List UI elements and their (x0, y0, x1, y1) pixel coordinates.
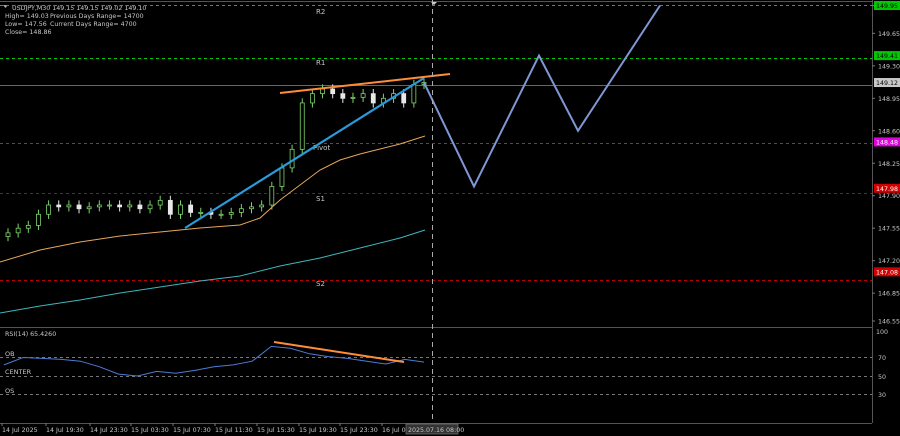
candle-body (137, 204, 143, 210)
time-axis-label: 15 Jul 07:30 (173, 427, 211, 434)
candle-body (56, 204, 62, 208)
candle-body (5, 232, 11, 237)
time-axis-label: 14 Jul 23:30 (90, 427, 128, 434)
candle-body (167, 199, 173, 215)
rsi-tick-70: 70 (878, 355, 886, 362)
candle-body (360, 93, 366, 98)
candle-body (36, 213, 41, 226)
candle-body (309, 93, 315, 104)
candle-body (401, 93, 407, 104)
price-axis-label: 148.95 (878, 96, 900, 103)
candle-body (66, 204, 72, 208)
candle-body (188, 204, 194, 213)
rsi-ob-label: OB (5, 350, 15, 358)
time-axis-label: 15 Jul 15:30 (257, 427, 295, 434)
time-cursor-label: 2025.07.16 08:00 (408, 427, 464, 434)
price-badge-text-R1: 149.41 (876, 53, 898, 60)
candle-body (198, 212, 204, 214)
price-axis-label: 146.55 (878, 319, 900, 326)
candle-body (15, 227, 21, 234)
candle-body (117, 204, 123, 208)
price-badge-text-current: 149.12 (876, 80, 898, 87)
time-axis-label: 15 Jul 11:30 (215, 427, 253, 434)
candle-body (350, 96, 356, 99)
candle-body (238, 208, 244, 213)
candle-body (86, 206, 92, 210)
price-axis-label: 148.60 (878, 128, 900, 135)
time-axis-label: 16 Jul 0 (382, 427, 406, 434)
price-badge-text-pivot: 148.48 (876, 139, 898, 146)
level-label-s1: S1 (316, 195, 325, 203)
price-badge-text-R2: 149.95 (876, 3, 898, 10)
price-badge-text-S2: 147.08 (876, 269, 898, 276)
candle-body (340, 93, 346, 99)
price-badge-text-S1: 147.98 (876, 186, 898, 193)
candle-body (96, 204, 102, 208)
price-axis-label: 149.30 (878, 63, 900, 70)
candle-body (147, 204, 153, 210)
price-axis-label: 149.65 (878, 31, 900, 38)
candle-body (25, 225, 31, 229)
price-axis-label: 148.25 (878, 161, 900, 168)
candle-body (107, 204, 112, 207)
candle-body (127, 204, 133, 208)
time-axis-label: 14 Jul 19:30 (46, 427, 84, 434)
time-axis-label: 15 Jul 19:30 (299, 427, 337, 434)
candle-body (157, 199, 163, 206)
price-axis-label: 146.85 (878, 291, 900, 298)
candle-body (46, 204, 51, 215)
price-axis-label: 147.55 (878, 226, 900, 233)
trading-chart[interactable]: USDJPY,M30 149.15 149.15 149.02 149.10 H… (0, 0, 900, 436)
candle-body (299, 102, 305, 150)
candle-body (259, 204, 265, 208)
high-value: High= 149.03 (5, 13, 49, 20)
rsi-title: RSI(14) 65.4260 (5, 331, 56, 338)
symbol-info-line: USDJPY,M30 149.15 149.15 149.02 149.10 (12, 5, 146, 12)
candle-body (249, 206, 254, 210)
candle-body (228, 212, 234, 215)
candle-body (330, 88, 336, 95)
time-axis-label: 15 Jul 03:30 (131, 427, 169, 434)
level-label-r1: R1 (316, 59, 325, 67)
candle-body (320, 88, 325, 95)
rsi-tick-30: 30 (878, 392, 886, 399)
candle-body (269, 186, 275, 206)
level-label-r2: R2 (316, 8, 325, 16)
time-axis-label: 15 Jul 23:30 (340, 427, 378, 434)
current-days-range: Current Days Range= 4700 (50, 21, 137, 28)
level-label-s2: S2 (316, 280, 325, 288)
low-value: Low= 147.56 (5, 21, 47, 28)
candle-body (411, 83, 417, 104)
rsi-os-label: OS (5, 387, 14, 395)
close-value: Close= 148.86 (5, 29, 51, 36)
previous-days-range: Previous Days Range= 14700 (50, 13, 144, 20)
candle-body (370, 93, 376, 104)
price-axis-label: 147.90 (878, 193, 900, 200)
time-axis-label: 14 Jul 2025 (2, 427, 38, 434)
candle-body (76, 204, 82, 210)
candle-body (218, 213, 224, 216)
price-axis-label: 147.20 (878, 258, 900, 265)
candle-body (279, 167, 285, 187)
rsi-center-label: CENTER (5, 368, 32, 376)
candle-body (178, 204, 183, 215)
rsi-tick-50: 50 (878, 374, 886, 381)
rsi-top-tick: 100 (876, 329, 888, 336)
